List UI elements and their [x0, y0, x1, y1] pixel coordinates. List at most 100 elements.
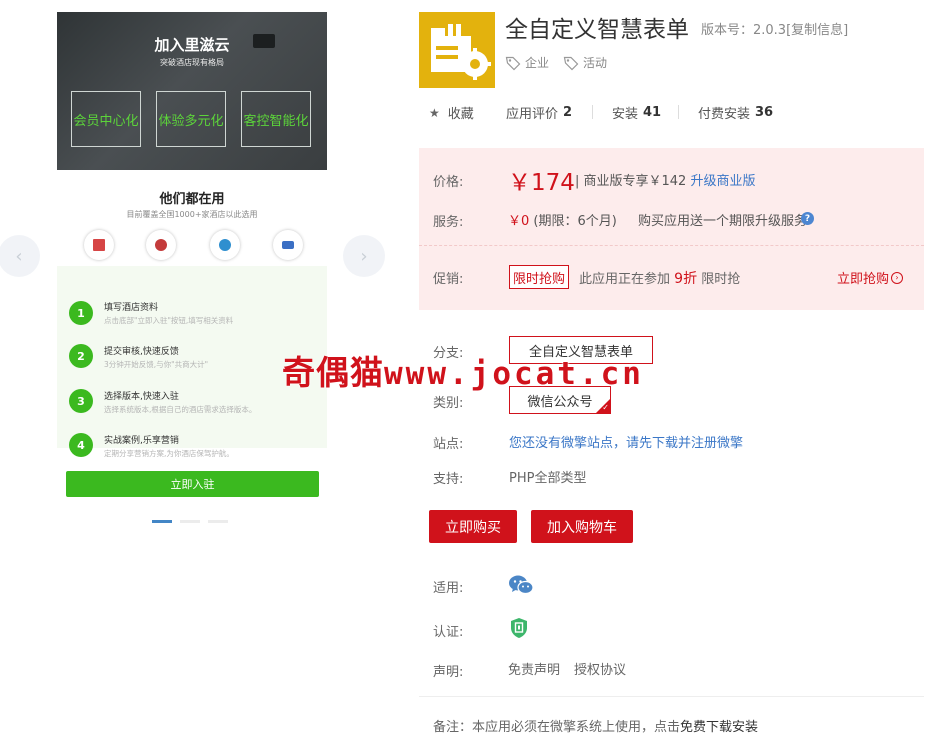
hero-box-member: 会员中心化: [71, 91, 141, 147]
app-icon: [419, 12, 495, 88]
gallery-prev-arrow[interactable]: ‹: [0, 235, 40, 277]
license-link[interactable]: 授权协议: [574, 659, 626, 678]
watermark-url: www.jocat.cn: [384, 356, 644, 392]
shield-icon: [510, 617, 528, 643]
screenshot-gallery: 加入里滋云 突破酒店现有格局 会员中心化 体验多元化 客控智能化 他们都在用 目…: [0, 0, 400, 540]
install-stat: 安装 41: [612, 103, 661, 122]
note-text: 备注：本应用必须在微擎系统上使用，点击: [433, 720, 681, 735]
promo-suffix: 限时抢: [701, 272, 741, 287]
buy-promo-link[interactable]: 立即抢购 ›: [837, 268, 904, 287]
paid-install-label: 付费安装: [698, 107, 751, 122]
cert-label: 认证:: [433, 625, 464, 640]
site-label: 站点:: [433, 437, 464, 452]
business-price-text: | 商业版专享￥142: [575, 174, 687, 189]
tag-icon: [505, 56, 521, 70]
partners-subtitle: 目前覆盖全国1000+家酒店以此选用: [126, 210, 258, 219]
support-label: 支持:: [433, 472, 464, 487]
service-description: 购买应用送一个期限升级服务: [638, 214, 808, 229]
declaration-label: 声明:: [433, 665, 464, 680]
gallery-dot[interactable]: [208, 520, 228, 523]
tag-activity[interactable]: 活动: [563, 54, 607, 71]
partner-logo: [84, 230, 114, 260]
service-period: (期限：6个月): [533, 214, 617, 229]
step-description: 定期分享营销方案,为你酒店保驾护航。: [104, 449, 234, 458]
chevron-right-icon: ›: [891, 271, 904, 284]
buy-now-button[interactable]: 立即购买: [429, 510, 517, 543]
tag-enterprise[interactable]: 企业: [505, 54, 549, 71]
service-price-value: ￥0: [508, 214, 530, 229]
step-title: 选择版本,快速入驻: [104, 392, 179, 402]
promo-flash-sale-tag: 限时抢购: [509, 265, 570, 289]
step-description: 3分钟开始反馈,与你"共商大计": [104, 360, 209, 369]
rating-value: 2: [563, 105, 573, 120]
hero-box-control: 客控智能化: [241, 91, 311, 147]
business-price: | 商业版专享￥142 升级商业版: [575, 170, 755, 189]
step-number: 2: [69, 344, 93, 368]
step-description: 选择系统版本,根据自己的酒店需求选择版本。: [104, 405, 257, 414]
favorite-label: 收藏: [447, 107, 474, 122]
promo-label: 促销:: [433, 272, 464, 287]
free-download-link[interactable]: 免费下载安装: [680, 720, 758, 735]
partner-logo: [210, 230, 240, 260]
gallery-dot[interactable]: [180, 520, 200, 523]
wechat-icon: [508, 574, 534, 600]
partner-logo: [273, 230, 303, 260]
stat-divider: [592, 105, 593, 119]
paid-install-stat: 付费安装 36: [698, 103, 773, 122]
step-number: 1: [69, 301, 93, 325]
site-watermark: 奇偶猫www.jocat.cn: [282, 346, 644, 394]
support-value: PHP全部类型: [509, 471, 587, 486]
gallery-slide: 加入里滋云 突破酒店现有格局 会员中心化 体验多元化 客控智能化 他们都在用 目…: [57, 12, 327, 510]
add-to-cart-button[interactable]: 加入购物车: [531, 510, 633, 543]
watermark-chinese: 奇偶猫: [282, 353, 384, 392]
step-title: 提交审核,快速反馈: [104, 347, 179, 357]
help-icon[interactable]: ?: [801, 212, 814, 225]
category-label: 类别:: [433, 396, 464, 411]
apply-label: 适用:: [433, 581, 464, 596]
gallery-dot-active[interactable]: [152, 520, 172, 523]
check-icon: ✓: [602, 403, 609, 412]
stat-divider: [678, 105, 679, 119]
site-download-link[interactable]: 您还没有微擎站点，请先下载并注册微擎: [509, 432, 743, 451]
promo-description: 此应用正在参加 9折 限时抢: [579, 268, 740, 288]
rating-stat[interactable]: 应用评价 2: [506, 103, 572, 122]
gallery-pagination: [152, 520, 228, 523]
promo-discount: 9折: [674, 271, 698, 287]
buy-promo-label: 立即抢购: [837, 272, 890, 287]
tag-icon: [563, 56, 579, 70]
hero-title: 加入里滋云: [154, 36, 230, 54]
promo-prefix: 此应用正在参加: [579, 272, 671, 287]
service-label: 服务:: [433, 215, 464, 230]
favorite-button[interactable]: ★ 收藏: [429, 103, 474, 123]
star-icon: ★: [429, 105, 440, 120]
join-now-button: 立即入驻: [66, 471, 319, 497]
tag-label: 企业: [525, 56, 550, 70]
price-value: ￥174: [508, 170, 575, 196]
step-number: 4: [69, 433, 93, 457]
step-title: 实战案例,乐享营销: [104, 436, 179, 446]
price-label: 价格:: [433, 175, 464, 190]
app-title: 全自定义智慧表单: [505, 17, 689, 43]
rating-label: 应用评价: [506, 107, 559, 122]
step-number: 3: [69, 389, 93, 413]
tag-label: 活动: [583, 56, 608, 70]
form-gear-icon: [431, 24, 491, 80]
gallery-next-arrow[interactable]: ›: [343, 235, 385, 277]
price-panel-divider: [419, 245, 924, 246]
paid-install-value: 36: [755, 105, 774, 120]
hero-subtitle: 突破酒店现有格局: [160, 58, 224, 67]
step-title: 填写酒店资料: [104, 303, 159, 313]
disclaimer-link[interactable]: 免责声明: [508, 659, 560, 678]
partners-section: 他们都在用 目前覆盖全国1000+家酒店以此选用: [57, 170, 327, 266]
section-divider: [419, 696, 924, 697]
app-version[interactable]: 版本号：2.0.3[复制信息]: [701, 19, 848, 38]
install-label: 安装: [612, 107, 639, 122]
upgrade-business-link[interactable]: 升级商业版: [690, 174, 755, 189]
partner-logo: [146, 230, 176, 260]
hero-box-experience: 体验多元化: [156, 91, 226, 147]
service-price: ￥0 (期限：6个月): [508, 210, 617, 229]
install-value: 41: [643, 105, 662, 120]
slide-hero-banner: 加入里滋云 突破酒店现有格局 会员中心化 体验多元化 客控智能化: [57, 12, 327, 170]
usage-note: 备注：本应用必须在微擎系统上使用，点击免费下载安装: [433, 716, 758, 735]
partners-title: 他们都在用: [159, 192, 225, 207]
